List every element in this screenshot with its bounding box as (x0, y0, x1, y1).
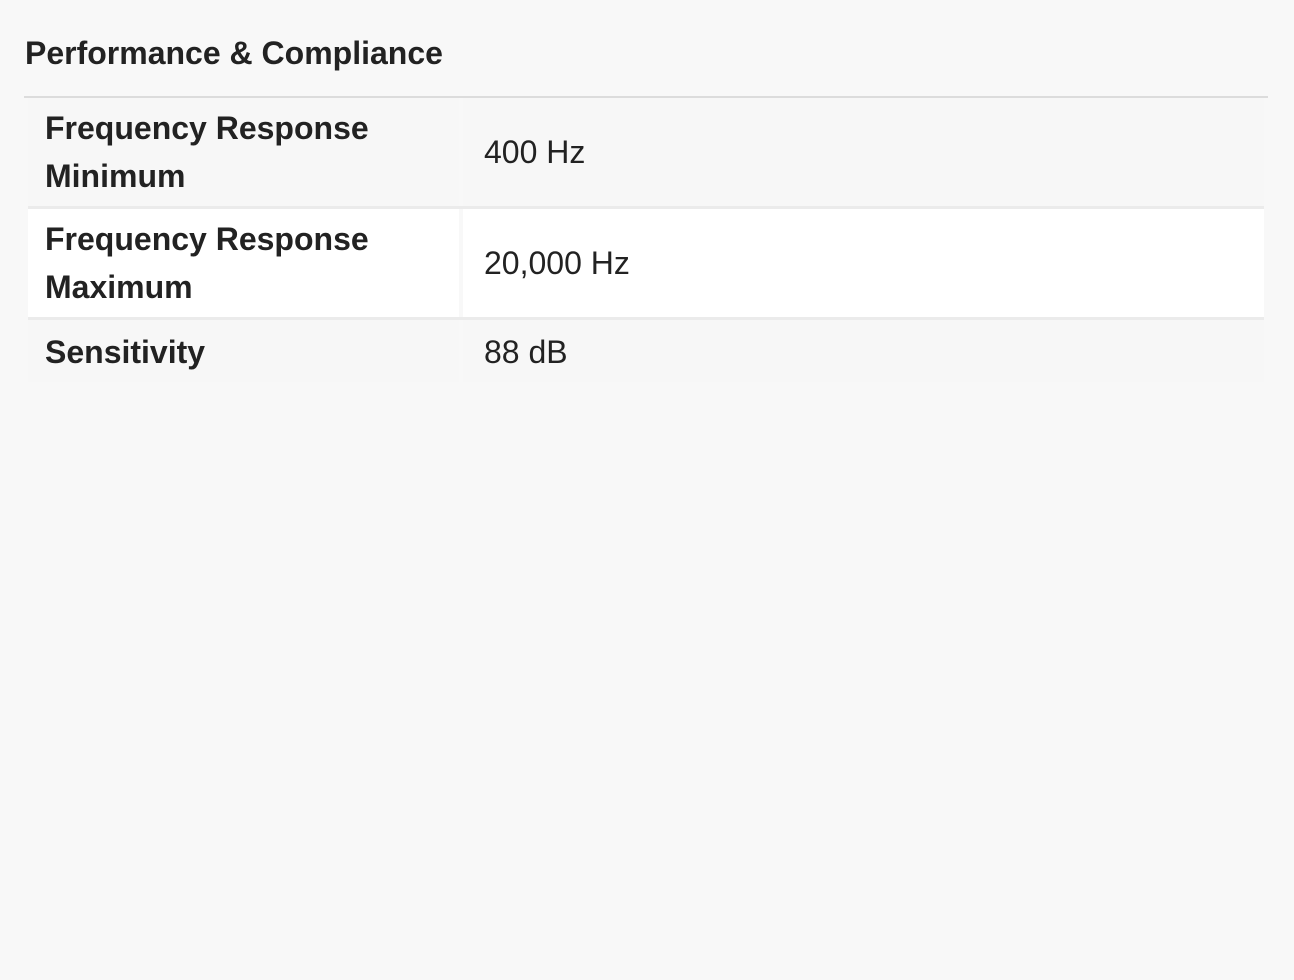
spec-row-frequency-response-maximum: Frequency Response Maximum 20,000 Hz (28, 209, 1264, 320)
spec-row-frequency-response-minimum: Frequency Response Minimum 400 Hz (28, 98, 1264, 209)
spec-row-sensitivity: Sensitivity 88 dB (28, 320, 1264, 382)
spec-label: Frequency Response Minimum (28, 98, 459, 206)
spec-label: Sensitivity (28, 320, 459, 382)
spec-value: 20,000 Hz (463, 209, 1264, 317)
spec-label: Frequency Response Maximum (28, 209, 459, 317)
spec-value: 88 dB (463, 320, 1264, 382)
spec-table: Frequency Response Minimum 400 Hz Freque… (28, 98, 1264, 382)
spec-value: 400 Hz (463, 98, 1264, 206)
section-title: Performance & Compliance (25, 35, 443, 71)
